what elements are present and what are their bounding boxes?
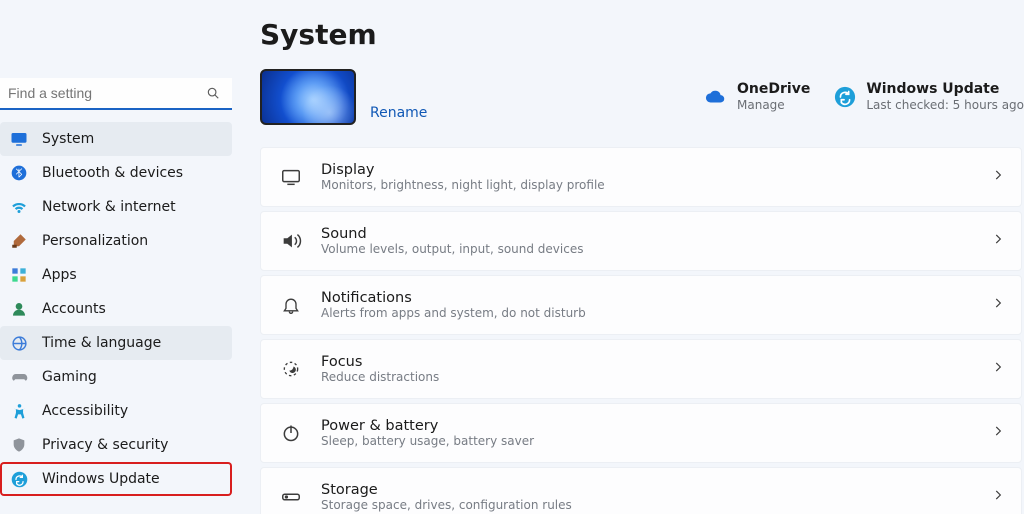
search-icon <box>206 86 220 104</box>
nav-item-system[interactable]: System <box>0 122 232 156</box>
nav-label: Personalization <box>42 233 148 249</box>
card-sub: Alerts from apps and system, do not dist… <box>321 306 991 320</box>
card-display[interactable]: Display Monitors, brightness, night ligh… <box>260 147 1022 207</box>
card-sound[interactable]: Sound Volume levels, output, input, soun… <box>260 211 1022 271</box>
chevron-right-icon <box>991 296 1005 314</box>
nav-label: Apps <box>42 267 77 283</box>
nav-list: System Bluetooth & devices Network & int… <box>0 122 232 496</box>
wifi-icon <box>10 198 28 216</box>
shield-icon <box>10 436 28 454</box>
nav-item-bluetooth[interactable]: Bluetooth & devices <box>0 156 232 190</box>
nav-item-time-language[interactable]: Time & language <box>0 326 232 360</box>
chevron-right-icon <box>991 360 1005 378</box>
power-icon <box>279 421 303 445</box>
nav-label: Accessibility <box>42 403 128 419</box>
card-focus[interactable]: Focus Reduce distractions <box>260 339 1022 399</box>
card-title: Power & battery <box>321 418 991 434</box>
rename-link[interactable]: Rename <box>370 105 427 121</box>
card-title: Notifications <box>321 290 991 306</box>
search-input[interactable] <box>0 78 232 110</box>
update-title: Windows Update <box>866 81 1024 98</box>
card-sub: Storage space, drives, configuration rul… <box>321 498 991 512</box>
device-thumbnail[interactable] <box>260 69 356 125</box>
card-notifications[interactable]: Notifications Alerts from apps and syste… <box>260 275 1022 335</box>
accessibility-icon <box>10 402 28 420</box>
nav-label: System <box>42 131 94 147</box>
nav-label: Privacy & security <box>42 437 168 453</box>
card-sub: Monitors, brightness, night light, displ… <box>321 178 991 192</box>
cloud-icon <box>705 86 727 108</box>
chevron-right-icon <box>991 232 1005 250</box>
sidebar: System Bluetooth & devices Network & int… <box>0 0 232 514</box>
display-icon <box>279 165 303 189</box>
focus-moon-icon <box>279 357 303 381</box>
onedrive-title: OneDrive <box>737 81 810 98</box>
nav-item-windows-update[interactable]: Windows Update <box>0 462 232 496</box>
card-sub: Reduce distractions <box>321 370 991 384</box>
nav-item-apps[interactable]: Apps <box>0 258 232 292</box>
chevron-right-icon <box>991 168 1005 186</box>
update-sync-icon <box>834 86 856 108</box>
nav-item-network[interactable]: Network & internet <box>0 190 232 224</box>
nav-item-personalization[interactable]: Personalization <box>0 224 232 258</box>
monitor-icon <box>10 130 28 148</box>
nav-label: Accounts <box>42 301 106 317</box>
search-box[interactable] <box>0 78 232 110</box>
card-sub: Sleep, battery usage, battery saver <box>321 434 991 448</box>
chevron-right-icon <box>991 488 1005 506</box>
card-title: Focus <box>321 354 991 370</box>
nav-label: Windows Update <box>42 471 160 487</box>
card-sub: Volume levels, output, input, sound devi… <box>321 242 991 256</box>
update-sync-icon <box>10 470 28 488</box>
paintbrush-icon <box>10 232 28 250</box>
card-title: Storage <box>321 482 991 498</box>
card-power[interactable]: Power & battery Sleep, battery usage, ba… <box>260 403 1022 463</box>
nav-item-accounts[interactable]: Accounts <box>0 292 232 326</box>
nav-item-accessibility[interactable]: Accessibility <box>0 394 232 428</box>
onedrive-status[interactable]: OneDrive Manage <box>705 81 810 112</box>
sound-icon <box>279 229 303 253</box>
apps-icon <box>10 266 28 284</box>
card-title: Sound <box>321 226 991 242</box>
card-title: Display <box>321 162 991 178</box>
bluetooth-icon <box>10 164 28 182</box>
windows-update-status[interactable]: Windows Update Last checked: 5 hours ago <box>834 81 1024 112</box>
person-icon <box>10 300 28 318</box>
settings-card-list: Display Monitors, brightness, night ligh… <box>260 147 1024 514</box>
main-panel: System Rename OneDrive Manage Window <box>232 0 1024 514</box>
nav-label: Network & internet <box>42 199 176 215</box>
nav-label: Gaming <box>42 369 97 385</box>
card-storage[interactable]: Storage Storage space, drives, configura… <box>260 467 1022 514</box>
nav-label: Time & language <box>42 335 161 351</box>
page-title: System <box>260 18 1024 51</box>
nav-item-gaming[interactable]: Gaming <box>0 360 232 394</box>
chevron-right-icon <box>991 424 1005 442</box>
nav-label: Bluetooth & devices <box>42 165 183 181</box>
update-sub: Last checked: 5 hours ago <box>866 98 1024 112</box>
gamepad-icon <box>10 368 28 386</box>
onedrive-sub: Manage <box>737 98 810 112</box>
header-row: Rename OneDrive Manage Windows Update La… <box>260 69 1024 125</box>
bell-icon <box>279 293 303 317</box>
globe-clock-icon <box>10 334 28 352</box>
nav-item-privacy[interactable]: Privacy & security <box>0 428 232 462</box>
storage-icon <box>279 485 303 509</box>
